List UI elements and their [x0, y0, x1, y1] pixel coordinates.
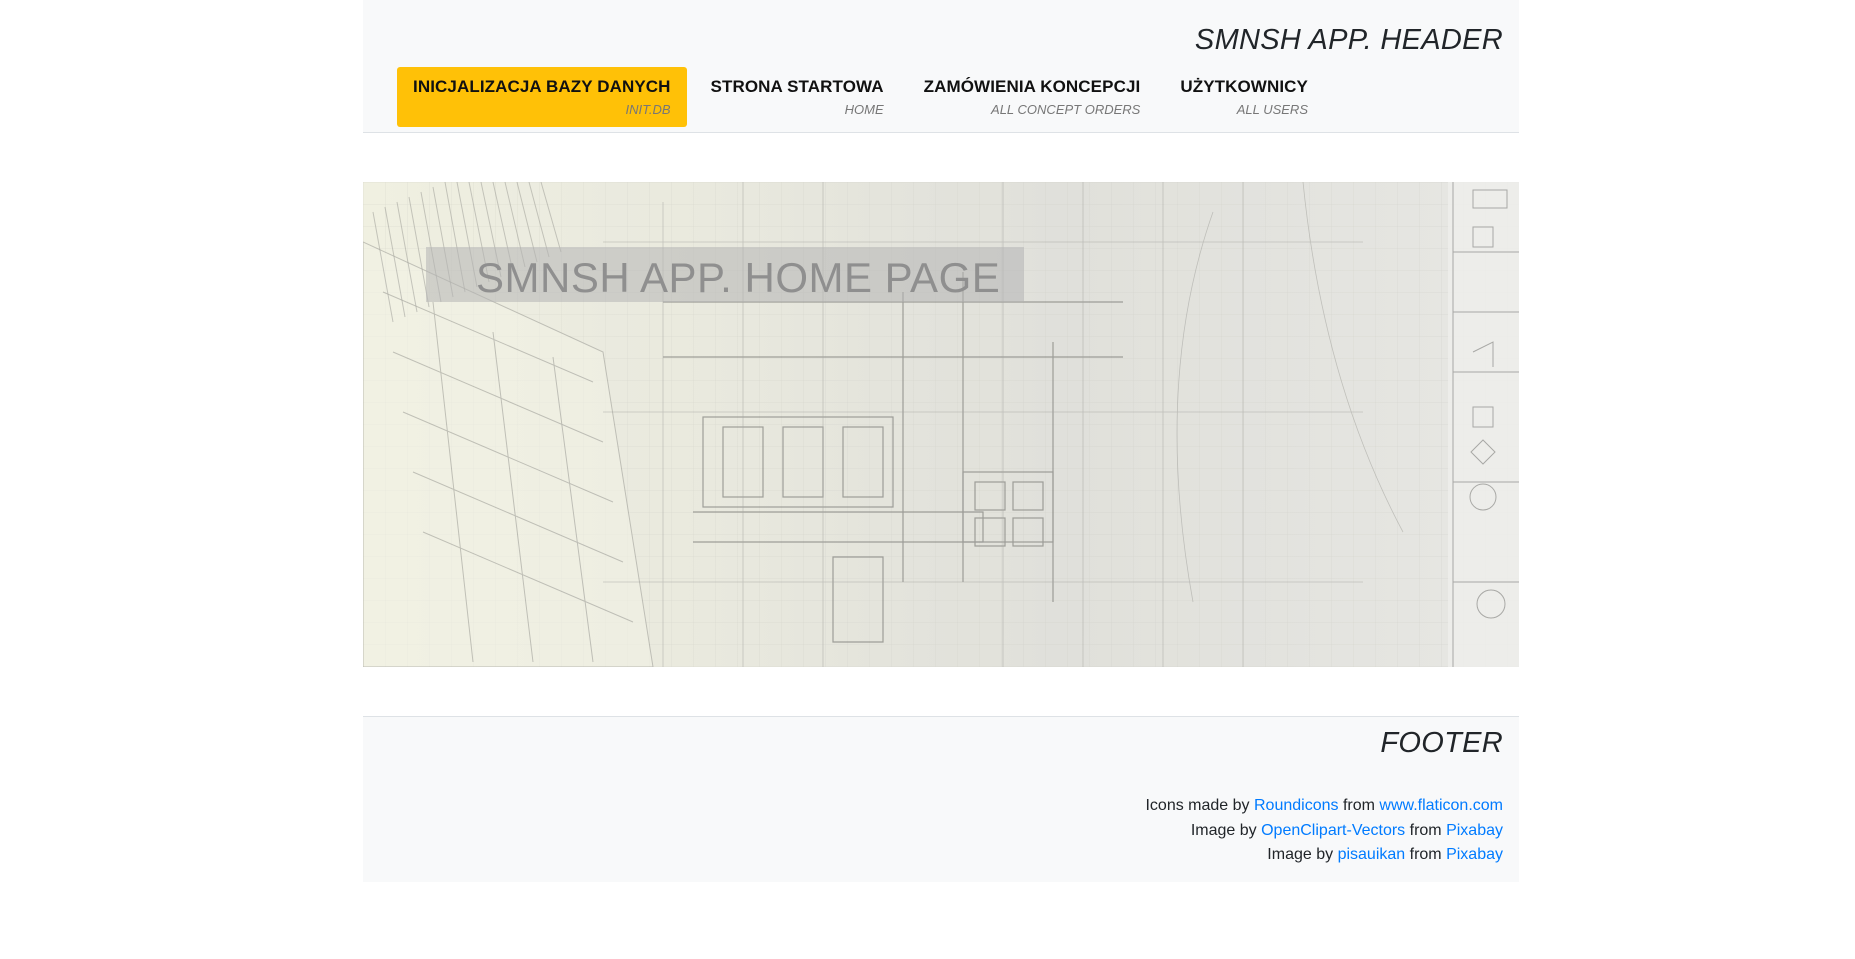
credit-source-link[interactable]: www.flaticon.com: [1379, 797, 1503, 814]
credit-prefix: Image by: [1267, 846, 1334, 863]
nav-sublabel: ALL CONCEPT ORDERS: [991, 102, 1141, 117]
credit-line: Image by OpenClipart-Vectors from Pixaba…: [1145, 819, 1503, 844]
app-footer: FOOTER Icons made by Roundicons from www…: [363, 716, 1519, 882]
nav-item-concept-orders[interactable]: ZAMÓWIENIA KONCEPCJI ALL CONCEPT ORDERS: [908, 67, 1157, 127]
credit-source-link[interactable]: Pixabay: [1446, 846, 1503, 863]
nav-sublabel: ALL USERS: [1236, 102, 1308, 117]
nav-item-users[interactable]: UŻYTKOWNICY ALL USERS: [1164, 67, 1324, 127]
credit-middle: from: [1409, 821, 1442, 839]
credit-line: Image by pisauikan from Pixabay: [1145, 843, 1503, 868]
credit-prefix: Icons made by: [1145, 797, 1250, 814]
main-nav: INICJALIZACJA BAZY DANYCH INIT.DB STRONA…: [397, 67, 1332, 127]
hero-banner: SMNSH APP. HOME PAGE: [363, 182, 1519, 667]
nav-sublabel: INIT.DB: [625, 102, 671, 117]
footer-title: FOOTER: [1380, 727, 1503, 759]
nav-sublabel: HOME: [844, 102, 884, 117]
nav-item-init-db[interactable]: INICJALIZACJA BAZY DANYCH INIT.DB: [397, 67, 687, 127]
credit-author-link[interactable]: OpenClipart-Vectors: [1261, 822, 1405, 839]
header-title: SMNSH APP. HEADER: [1194, 24, 1503, 56]
credit-author-link[interactable]: pisauikan: [1338, 846, 1406, 863]
credit-author-link[interactable]: Roundicons: [1254, 797, 1339, 814]
hero-title: SMNSH APP. HOME PAGE: [476, 254, 1001, 301]
attribution-credits: Icons made by Roundicons from www.flatic…: [1145, 794, 1503, 868]
app-header: SMNSH APP. HEADER INICJALIZACJA BAZY DAN…: [363, 0, 1519, 133]
credit-middle: from: [1342, 797, 1375, 814]
nav-label: ZAMÓWIENIA KONCEPCJI: [923, 77, 1141, 96]
nav-label: STRONA STARTOWA: [710, 77, 884, 96]
credit-line: Icons made by Roundicons from www.flatic…: [1145, 794, 1503, 819]
nav-item-home[interactable]: STRONA STARTOWA HOME: [695, 67, 900, 127]
nav-label: UŻYTKOWNICY: [1180, 77, 1308, 96]
credit-prefix: Image by: [1190, 821, 1257, 839]
credit-source-link[interactable]: Pixabay: [1446, 822, 1503, 839]
nav-label: INICJALIZACJA BAZY DANYCH: [413, 77, 671, 96]
credit-middle: from: [1409, 846, 1442, 863]
